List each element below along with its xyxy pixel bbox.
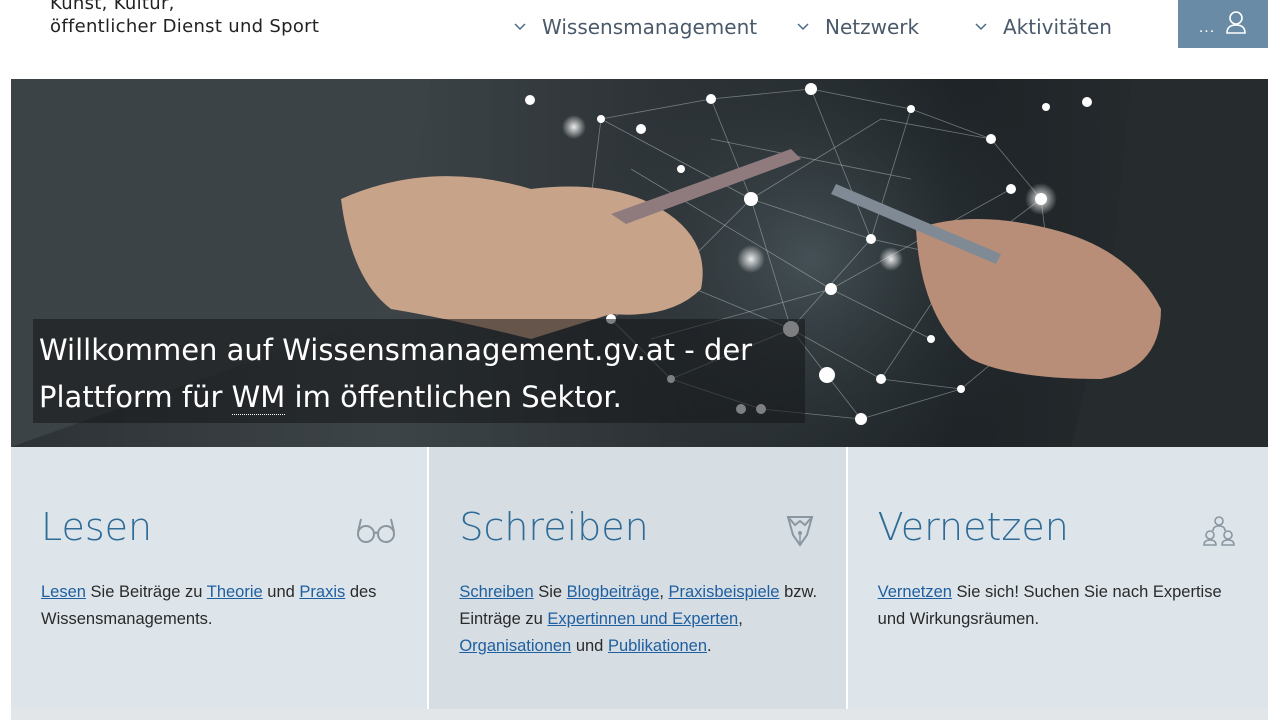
network-people-icon: [1202, 513, 1244, 547]
hero-title: Willkommen auf Wissensmanagement.gv.at -…: [39, 327, 799, 421]
hero-title-text: Plattform für: [39, 380, 232, 414]
chevron-down-icon: [797, 23, 811, 31]
link-theorie[interactable]: Theorie: [207, 583, 263, 601]
text-segment: Sie Beiträge zu: [85, 583, 207, 601]
nav-wissensmanagement[interactable]: Wissensmanagement: [514, 14, 757, 40]
card-text: Vernetzen Sie sich! Suchen Sie nach Expe…: [878, 579, 1238, 633]
text-segment: .: [707, 637, 712, 655]
pen-nib-icon: [785, 513, 827, 547]
link-schreiben[interactable]: Schreiben: [459, 583, 533, 601]
glasses-icon: [355, 513, 397, 547]
link-praxis[interactable]: Praxis: [299, 583, 345, 601]
text-segment: und: [571, 637, 608, 655]
abbr-wm[interactable]: WM: [231, 380, 286, 415]
chevron-down-icon: [514, 23, 528, 31]
link-lesen[interactable]: Lesen: [41, 583, 86, 601]
feature-cards: Lesen Lesen Sie Beiträge zu Theorie und …: [11, 447, 1268, 709]
card-title: Schreiben: [459, 505, 649, 549]
hero-title-line-2: Plattform für WM im öffentlichen Sektor.: [39, 374, 799, 421]
text-segment: ,: [659, 583, 669, 601]
card-text: Schreiben Sie Blogbeiträge, Praxisbeispi…: [459, 579, 819, 660]
link-organisationen[interactable]: Organisationen: [459, 637, 571, 655]
chevron-down-icon: [975, 23, 989, 31]
hero-banner: Willkommen auf Wissensmanagement.gv.at -…: [11, 79, 1268, 447]
card-schreiben: Schreiben Schreiben Sie Blogbeiträge, Pr…: [429, 447, 848, 709]
card-vernetzen: Vernetzen Vernetzen Sie sich! Suchen Sie…: [847, 447, 1268, 709]
card-title: Lesen: [41, 505, 153, 549]
nav-aktivitaeten[interactable]: Aktivitäten: [975, 14, 1112, 40]
site-header: Kunst, Kultur, öffentlicher Dienst und S…: [0, 0, 1280, 78]
link-vernetzen[interactable]: Vernetzen: [878, 583, 952, 601]
link-praxisbeispiele[interactable]: Praxisbeispiele: [669, 583, 780, 601]
user-icon: [1225, 10, 1247, 39]
more-dots: ...: [1198, 19, 1216, 36]
nav-label: Wissensmanagement: [542, 15, 758, 39]
user-menu-button[interactable]: ...: [1178, 0, 1268, 48]
ministry-name[interactable]: Kunst, Kultur, öffentlicher Dienst und S…: [50, 0, 319, 38]
card-lesen: Lesen Lesen Sie Beiträge zu Theorie und …: [11, 447, 430, 709]
text-segment: Sie: [533, 583, 567, 601]
nav-label: Aktivitäten: [1003, 15, 1112, 39]
text-segment: und: [262, 583, 300, 601]
card-title: Vernetzen: [877, 505, 1069, 549]
link-expertinnen[interactable]: Expertinnen und Experten: [547, 610, 738, 628]
nav-label: Netzwerk: [825, 15, 920, 39]
page-bottom-strip: [11, 709, 1268, 720]
ministry-line-1: Kunst, Kultur,: [50, 0, 175, 14]
text-segment: ,: [738, 610, 743, 628]
card-text: Lesen Sie Beiträge zu Theorie und Praxis…: [41, 579, 401, 633]
link-publikationen[interactable]: Publikationen: [608, 637, 707, 655]
hero-caption: Willkommen auf Wissensmanagement.gv.at -…: [33, 319, 805, 423]
nav-netzwerk[interactable]: Netzwerk: [797, 14, 919, 40]
hero-title-line-1: Willkommen auf Wissensmanagement.gv.at -…: [39, 333, 753, 367]
hero-title-text: im öffentlichen Sektor.: [285, 380, 622, 414]
ministry-line-2: öffentlicher Dienst und Sport: [50, 16, 320, 37]
link-blogbeitraege[interactable]: Blogbeiträge: [567, 583, 660, 601]
